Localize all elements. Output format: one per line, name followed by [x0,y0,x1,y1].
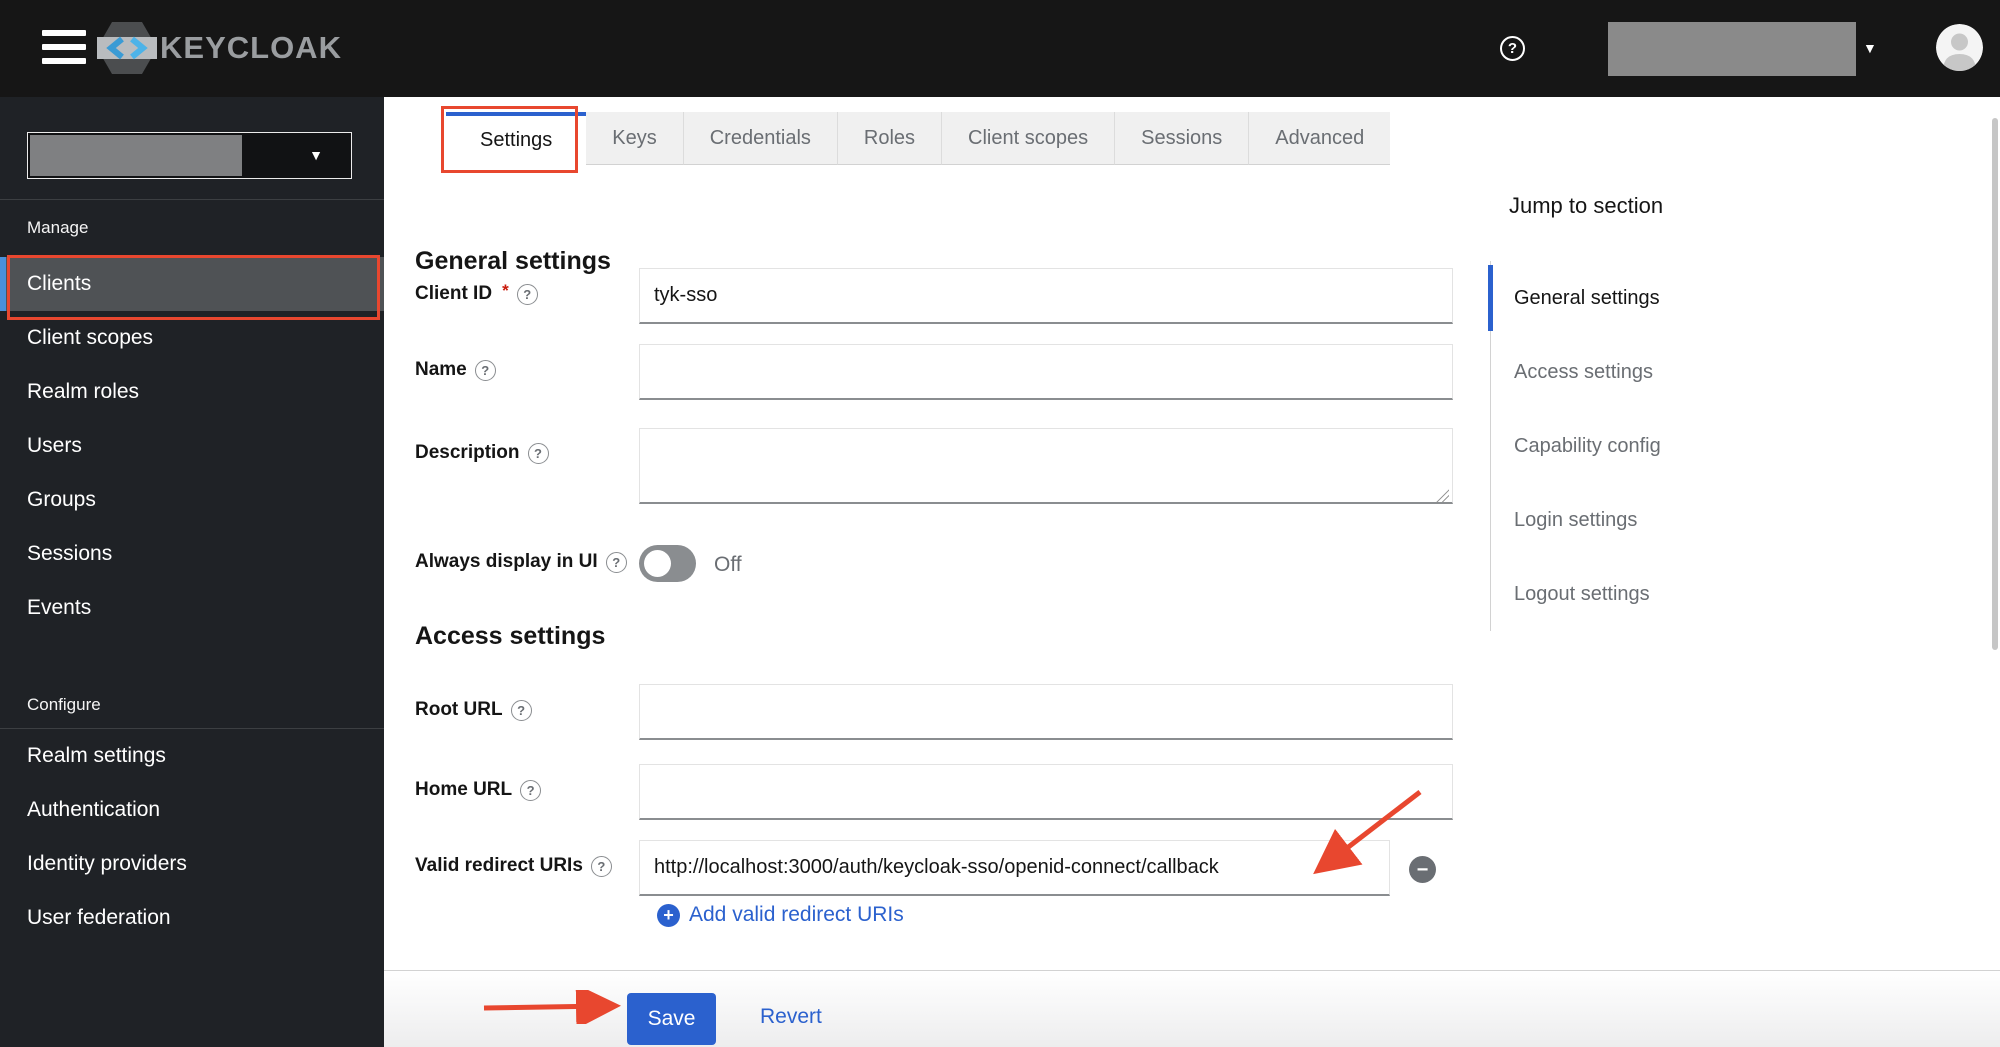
root-url-label: Root URL ? [415,699,532,721]
required-asterisk: * [502,281,509,300]
realm-name-redacted [30,135,242,176]
jump-to-section-panel: Jump to section General settings Access … [1488,193,1770,631]
home-url-help-icon[interactable]: ? [520,779,542,801]
tab-sessions[interactable]: Sessions [1114,112,1249,165]
jump-item-logout-settings[interactable]: Logout settings [1491,557,1770,631]
valid-redirect-uri-field[interactable] [639,840,1390,896]
name-field[interactable] [639,344,1453,400]
client-id-help-icon[interactable]: ? [516,283,538,305]
toggle-knob [644,550,671,577]
save-button[interactable]: Save [627,993,716,1045]
sidebar-item-users[interactable]: Users [0,419,384,473]
sidebar-item-sessions[interactable]: Sessions [0,527,384,581]
brand-name: KEYCLOAK [160,30,342,65]
access-settings-heading: Access settings [415,622,606,650]
tab-roles[interactable]: Roles [836,112,942,165]
minus-icon: − [1416,858,1429,881]
keycloak-admin-console: KEYCLOAK ? ▼ ▼ Manage Clients Client sco… [0,0,2000,1047]
nav-group-manage-label: Manage [27,218,89,237]
sidebar-item-clients[interactable]: Clients [0,257,384,311]
sidebar-item-events[interactable]: Events [0,581,384,635]
jump-item-login-settings[interactable]: Login settings [1491,483,1770,557]
root-url-field[interactable] [639,684,1453,740]
keycloak-logo-icon [97,22,157,74]
nav-configure-list: Realm settings Authentication Identity p… [0,729,384,945]
tab-settings[interactable]: Settings [446,112,587,165]
description-field[interactable] [639,428,1453,504]
keycloak-logo: KEYCLOAK [96,18,342,78]
remove-redirect-uri-button[interactable]: − [1409,856,1436,883]
nav-group-configure-label: Configure [27,695,101,714]
sidebar-item-identity-providers[interactable]: Identity providers [0,837,384,891]
always-display-toggle[interactable] [639,545,696,582]
description-label: Description ? [415,442,549,464]
avatar-icon [1936,24,1983,71]
nav-manage-list: Clients Client scopes Realm roles Users … [0,257,384,635]
top-bar: KEYCLOAK ? ▼ [0,0,2000,97]
name-help-icon[interactable]: ? [474,359,496,381]
sidebar-item-groups[interactable]: Groups [0,473,384,527]
sidebar-item-realm-roles[interactable]: Realm roles [0,365,384,419]
jump-to-section-list: General settings Access settings Capabil… [1488,261,1770,631]
tab-advanced[interactable]: Advanced [1248,112,1391,165]
tab-client-scopes[interactable]: Client scopes [941,112,1115,165]
jump-item-general-settings[interactable]: General settings [1488,261,1770,335]
sidebar: ▼ Manage Clients Client scopes Realm rol… [0,97,384,1047]
hamburger-menu-icon[interactable] [42,28,88,68]
realm-selector[interactable]: ▼ [27,132,352,179]
sidebar-item-authentication[interactable]: Authentication [0,783,384,837]
valid-redirect-help-icon[interactable]: ? [590,855,612,877]
name-label: Name ? [415,359,496,381]
vertical-scrollbar[interactable] [1992,118,1998,650]
valid-redirect-uris-label: Valid redirect URIs ? [415,855,612,877]
home-url-label: Home URL ? [415,779,542,801]
client-id-field[interactable] [639,268,1453,324]
sidebar-divider [0,199,384,200]
form-action-bar: Save Revert [384,970,2000,1047]
tab-credentials[interactable]: Credentials [682,112,837,165]
root-url-help-icon[interactable]: ? [510,699,532,721]
realm-selector-caret-icon: ▼ [309,147,323,163]
client-tabs: Settings Keys Credentials Roles Client s… [446,112,1391,165]
general-settings-heading: General settings [415,247,611,275]
add-redirect-uri-link[interactable]: + Add valid redirect URIs [657,903,904,927]
jump-to-section-title: Jump to section [1509,193,1664,218]
toggle-state-text: Off [714,553,742,576]
sidebar-item-realm-settings[interactable]: Realm settings [0,729,384,783]
plus-icon: + [657,903,680,927]
description-help-icon[interactable]: ? [527,442,549,464]
home-url-field[interactable] [639,764,1453,820]
user-menu-caret-icon[interactable]: ▼ [1863,40,1877,56]
jump-item-access-settings[interactable]: Access settings [1491,335,1770,409]
jump-item-capability-config[interactable]: Capability config [1491,409,1770,483]
always-display-help-icon[interactable]: ? [605,551,627,573]
help-icon[interactable]: ? [1500,36,1525,61]
add-redirect-uri-label: Add valid redirect URIs [689,903,904,926]
avatar[interactable] [1936,24,1983,71]
client-id-label: Client ID * ? [415,281,538,305]
always-display-label: Always display in UI ? [415,551,627,573]
tab-keys[interactable]: Keys [586,112,683,165]
revert-button[interactable]: Revert [760,1005,822,1029]
user-menu-redacted[interactable] [1608,22,1856,76]
sidebar-item-user-federation[interactable]: User federation [0,891,384,945]
sidebar-item-client-scopes[interactable]: Client scopes [0,311,384,365]
